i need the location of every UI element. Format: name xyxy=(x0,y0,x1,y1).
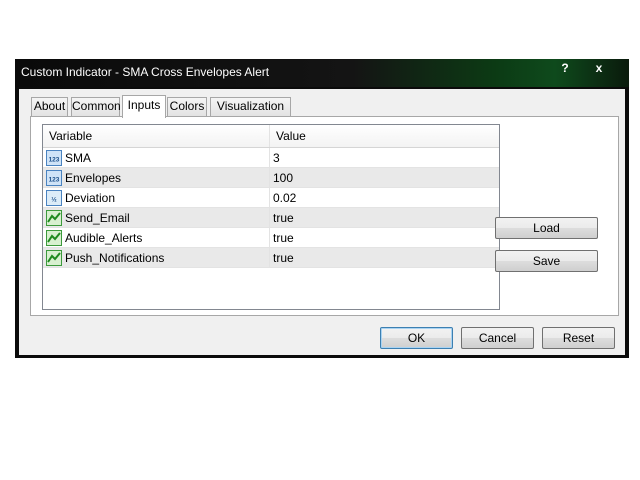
variable-value[interactable]: 0.02 xyxy=(273,188,296,208)
table-row[interactable]: 123 Envelopes 100 xyxy=(43,168,499,188)
table-row[interactable]: Audible_Alerts true xyxy=(43,228,499,248)
load-button[interactable]: Load xyxy=(495,217,598,239)
tab-about[interactable]: About xyxy=(31,97,68,116)
svg-text:123: 123 xyxy=(49,177,60,184)
tab-visualization[interactable]: Visualization xyxy=(210,97,291,116)
inputs-panel: Variable Value 123 SMA 3 123 Envelopes 100 ½ De… xyxy=(30,116,619,316)
table-row[interactable]: Push_Notifications true xyxy=(43,248,499,268)
svg-text:½: ½ xyxy=(51,196,57,204)
svg-text:123: 123 xyxy=(49,157,60,164)
cell-divider xyxy=(269,148,270,168)
variable-value[interactable]: 3 xyxy=(273,148,280,168)
table-row[interactable]: Send_Email true xyxy=(43,208,499,228)
cell-divider xyxy=(269,188,270,208)
cell-divider xyxy=(269,208,270,228)
title-bar[interactable]: Custom Indicator - SMA Cross Envelopes A… xyxy=(15,59,629,87)
cancel-button[interactable]: Cancel xyxy=(461,327,534,349)
variable-name: Envelopes xyxy=(65,171,122,185)
close-button[interactable]: x xyxy=(590,60,608,76)
variable-value[interactable]: 100 xyxy=(273,168,293,188)
integer-icon: 123 xyxy=(46,150,62,166)
bool-icon xyxy=(46,250,62,266)
ok-button[interactable]: OK xyxy=(380,327,453,349)
variable-name: Push_Notifications xyxy=(65,251,165,265)
double-icon: ½ xyxy=(46,190,62,206)
table-row[interactable]: ½ Deviation 0.02 xyxy=(43,188,499,208)
variable-name: Audible_Alerts xyxy=(65,231,143,245)
column-header-value[interactable]: Value xyxy=(270,125,499,147)
tab-inputs[interactable]: Inputs xyxy=(122,95,166,118)
dialog-body: About Common Inputs Colors Visualization… xyxy=(19,89,625,355)
tab-common[interactable]: Common xyxy=(71,97,121,116)
cell-divider xyxy=(269,168,270,188)
bool-icon xyxy=(46,210,62,226)
variable-name: Deviation xyxy=(65,191,116,205)
bool-icon xyxy=(46,230,62,246)
table-row[interactable]: 123 SMA 3 xyxy=(43,148,499,168)
help-button[interactable]: ? xyxy=(556,60,574,76)
integer-icon: 123 xyxy=(46,170,62,186)
column-header-variable[interactable]: Variable xyxy=(43,125,269,147)
cell-divider xyxy=(269,228,270,248)
variable-value[interactable]: true xyxy=(273,248,294,268)
reset-button[interactable]: Reset xyxy=(542,327,615,349)
variable-value[interactable]: true xyxy=(273,208,294,228)
variable-value[interactable]: true xyxy=(273,228,294,248)
window-title: Custom Indicator - SMA Cross Envelopes A… xyxy=(21,65,270,79)
table-header: Variable Value xyxy=(43,125,499,148)
save-button[interactable]: Save xyxy=(495,250,598,272)
variable-name: Send_Email xyxy=(65,211,130,225)
tab-colors[interactable]: Colors xyxy=(167,97,207,116)
indicator-dialog: Custom Indicator - SMA Cross Envelopes A… xyxy=(15,59,629,358)
cell-divider xyxy=(269,248,270,268)
variable-name: SMA xyxy=(65,151,92,165)
inputs-table[interactable]: Variable Value 123 SMA 3 123 Envelopes 100 ½ De… xyxy=(42,124,500,310)
